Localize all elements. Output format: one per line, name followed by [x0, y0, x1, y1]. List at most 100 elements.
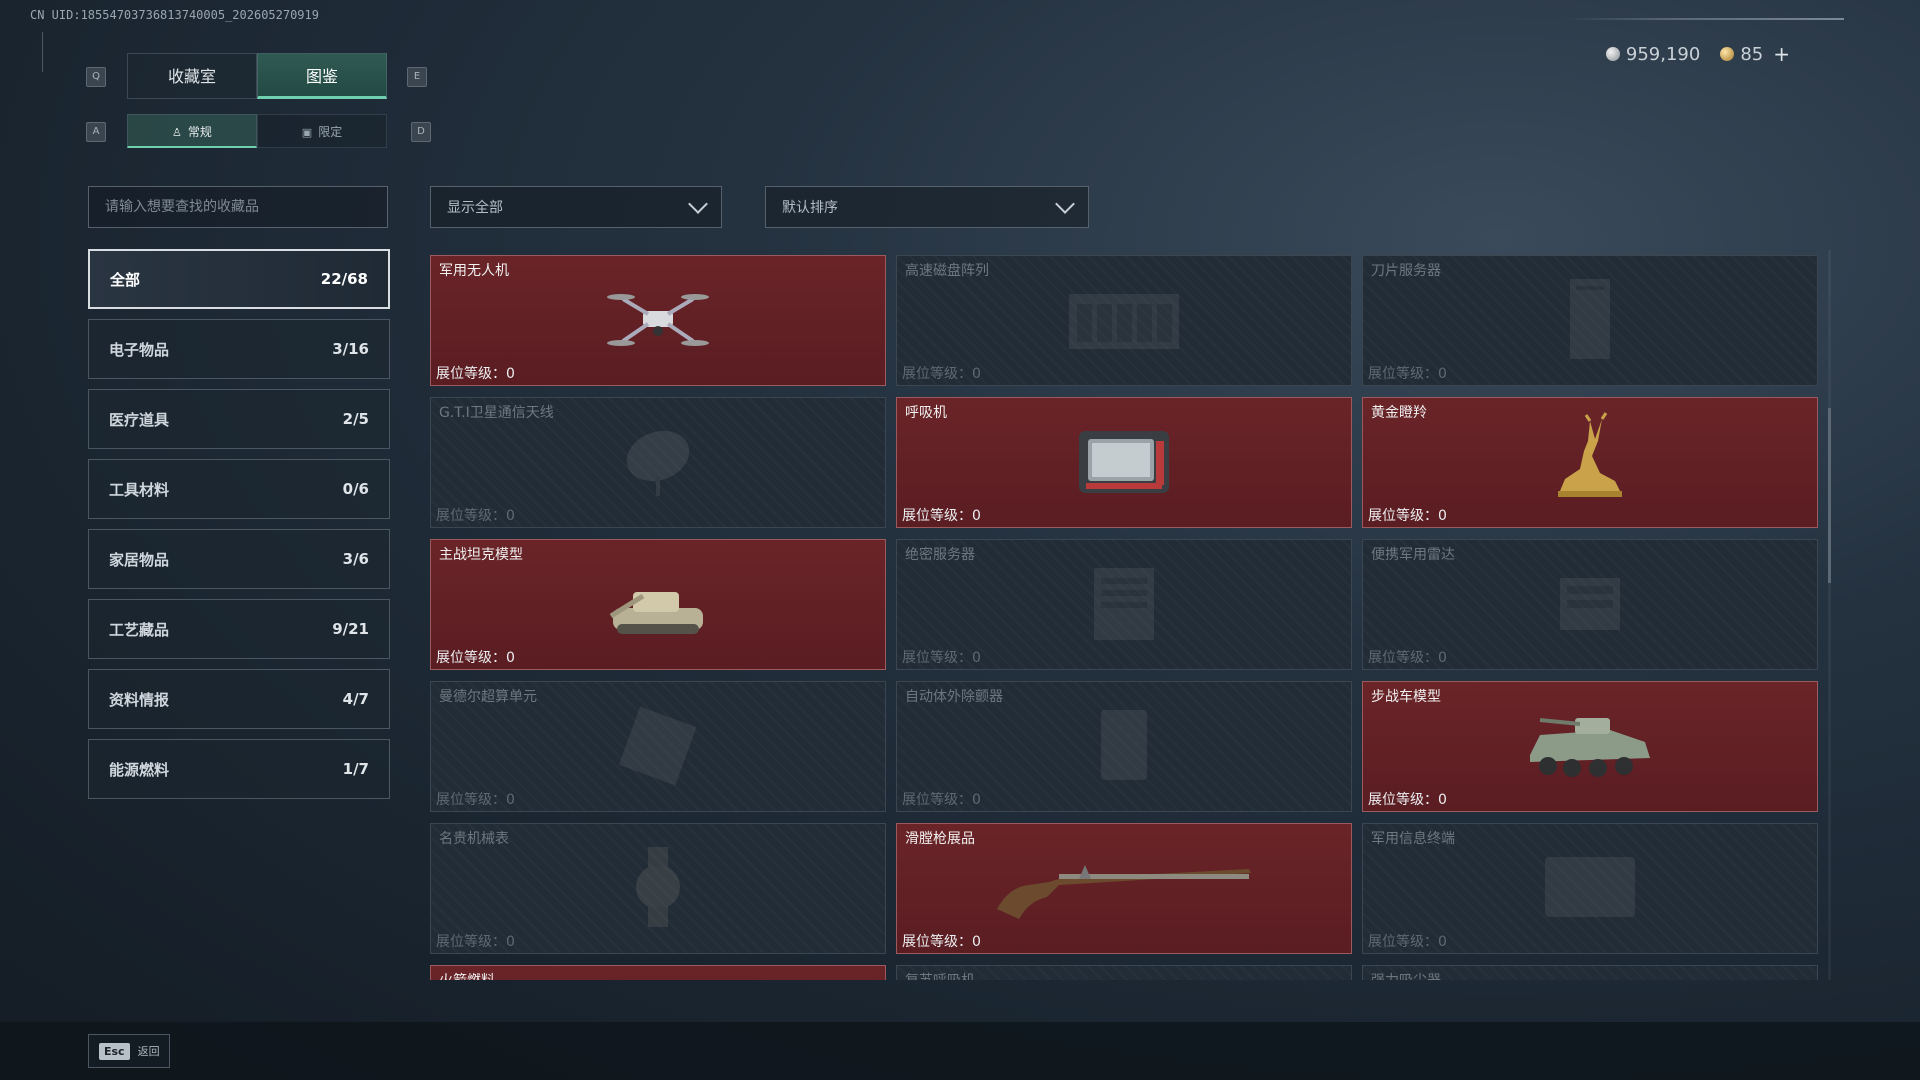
uid-text: CN UID:18554703736813740005_202605270919 — [30, 8, 319, 22]
terminal-icon — [1535, 847, 1645, 931]
card-title: 呼吸机 — [905, 405, 947, 421]
subtab-prev-key[interactable]: A — [86, 122, 106, 142]
collection-card[interactable]: G.T.I卫星通信天线 展位等级：0 — [430, 397, 886, 528]
show-filter-dropdown[interactable]: 显示全部 — [430, 186, 722, 228]
card-level-value: 0 — [972, 792, 981, 808]
search-input[interactable] — [88, 186, 388, 228]
card-level-value: 0 — [972, 650, 981, 666]
card-level-value: 0 — [972, 934, 981, 950]
category-item[interactable]: 工艺藏品 9/21 — [88, 599, 390, 659]
tab-next-key[interactable]: E — [407, 67, 427, 87]
subtab-next-key[interactable]: D — [411, 122, 431, 142]
card-title: 便携军用雷达 — [1371, 547, 1455, 563]
collection-card[interactable]: 高速磁盘阵列 展位等级：0 — [896, 255, 1352, 386]
category-item[interactable]: 家居物品 3/6 — [88, 529, 390, 589]
card-title: 自动体外除颤器 — [905, 689, 1003, 705]
card-level-value: 0 — [1438, 366, 1447, 382]
collection-card[interactable]: 名贵机械表 展位等级：0 — [430, 823, 886, 954]
scrollbar[interactable] — [1828, 250, 1831, 980]
back-label: 返回 — [137, 1045, 160, 1058]
disk-array-icon — [1059, 279, 1189, 363]
card-level: 展位等级：0 — [1368, 363, 1447, 383]
card-level-label: 展位等级： — [902, 366, 972, 382]
card-level-value: 0 — [1438, 934, 1447, 950]
card-level: 展位等级：0 — [1368, 931, 1447, 951]
category-item[interactable]: 电子物品 3/16 — [88, 319, 390, 379]
server-icon — [1079, 558, 1169, 652]
sort-dropdown[interactable]: 默认排序 — [765, 186, 1089, 228]
back-button[interactable]: Esc 返回 — [88, 1034, 170, 1068]
scrollbar-thumb[interactable] — [1828, 408, 1831, 583]
silver-amount: 959,190 — [1625, 43, 1701, 65]
silver-currency: 959,190 — [1605, 43, 1701, 65]
card-level-value: 0 — [1438, 792, 1447, 808]
card-level-value: 0 — [506, 650, 515, 666]
collection-card[interactable]: 主战坦克模型 展位等级：0 — [430, 539, 886, 670]
category-item[interactable]: 工具材料 0/6 — [88, 459, 390, 519]
collection-card[interactable]: 自动体外除颤器展位等级：0 — [896, 681, 1352, 812]
card-title: 复苏呼吸机 — [905, 970, 975, 980]
category-count: 4/7 — [342, 690, 369, 708]
figure-icon: ♙ — [172, 126, 182, 139]
card-title: 火箭燃料 — [439, 970, 495, 980]
card-level: 展位等级：0 — [902, 647, 981, 667]
category-count: 3/16 — [332, 340, 369, 358]
tab-prev-key[interactable]: Q — [86, 67, 106, 87]
category-item[interactable]: 资料情报 4/7 — [88, 669, 390, 729]
currency-bar: 959,190 85 + — [1605, 42, 1790, 66]
category-name: 电子物品 — [109, 340, 170, 359]
collection-card[interactable]: 绝密服务器 展位等级：0 — [896, 539, 1352, 670]
card-title: 刀片服务器 — [1371, 263, 1441, 279]
card-level-label: 展位等级： — [902, 508, 972, 524]
collection-card[interactable]: 滑膛枪展品 展位等级：0 — [896, 823, 1352, 954]
category-count: 3/6 — [342, 550, 369, 568]
card-title: 黄金瞪羚 — [1371, 405, 1427, 421]
gazelle-icon — [1540, 411, 1640, 515]
chevron-down-icon — [688, 194, 708, 214]
chevron-down-icon — [1055, 194, 1075, 214]
ifv-icon — [1520, 700, 1660, 794]
collection-card[interactable]: 步战车模型 展位等级：0 — [1362, 681, 1818, 812]
collection-card[interactable]: 军用信息终端 展位等级：0 — [1362, 823, 1818, 954]
category-item[interactable]: 能源燃料 1/7 — [88, 739, 390, 799]
card-level-label: 展位等级： — [1368, 934, 1438, 950]
tab-collection-room[interactable]: 收藏室 — [127, 53, 257, 99]
edge-marker — [42, 32, 49, 72]
category-item[interactable]: 全部 22/68 — [88, 249, 390, 309]
tab-catalog[interactable]: 图鉴 — [257, 53, 387, 99]
sort-value: 默认排序 — [782, 200, 838, 216]
collection-card[interactable]: 火箭燃料展位等级：0 — [430, 965, 886, 980]
collection-card[interactable]: 强力吸尘器展位等级：0 — [1362, 965, 1818, 980]
category-count: 0/6 — [342, 480, 369, 498]
card-level: 展位等级：0 — [436, 931, 515, 951]
collection-card[interactable]: 复苏呼吸机展位等级：0 — [896, 965, 1352, 980]
subtab-regular[interactable]: ♙ 常规 — [127, 114, 257, 148]
card-title: 军用信息终端 — [1371, 831, 1455, 847]
collection-card[interactable]: 便携军用雷达 展位等级：0 — [1362, 539, 1818, 670]
category-item[interactable]: 医疗道具 2/5 — [88, 389, 390, 449]
collection-card[interactable]: 刀片服务器展位等级：0 — [1362, 255, 1818, 386]
sub-tabs: ♙ 常规 ▣ 限定 — [127, 114, 387, 148]
card-level-value: 0 — [1438, 650, 1447, 666]
collection-card[interactable]: 曼德尔超算单元 展位等级：0 — [430, 681, 886, 812]
collection-card[interactable]: 军用无人机 展位等级：0 — [430, 255, 886, 386]
card-level-value: 0 — [506, 366, 515, 382]
collection-card[interactable]: 黄金瞪羚 展位等级：0 — [1362, 397, 1818, 528]
esc-key: Esc — [99, 1042, 130, 1060]
card-level-label: 展位等级： — [1368, 508, 1438, 524]
card-level: 展位等级：0 — [902, 789, 981, 809]
category-count: 1/7 — [342, 760, 369, 778]
card-level-value: 0 — [506, 934, 515, 950]
item-grid: 军用无人机 展位等级：0 高速磁盘阵列 展位等级：0 刀片服务器 展位等级：0 G.T.I卫… — [430, 255, 1818, 980]
bottom-bar — [0, 1022, 1920, 1080]
card-level: 展位等级：0 — [436, 363, 515, 383]
category-list: 全部 22/68 电子物品 3/16 医疗道具 2/5 工具材料 0/6 家居物品 3/6 工艺藏品… — [88, 249, 390, 809]
subtab-limited[interactable]: ▣ 限定 — [257, 114, 387, 148]
add-currency-button[interactable]: + — [1773, 42, 1790, 66]
card-level-label: 展位等级： — [436, 508, 506, 524]
blade-server-icon — [1560, 274, 1620, 368]
card-level-label: 展位等级： — [1368, 366, 1438, 382]
defibrillator-icon — [1089, 700, 1159, 794]
card-level: 展位等级：0 — [902, 505, 981, 525]
collection-card[interactable]: 呼吸机展位等级：0 — [896, 397, 1352, 528]
